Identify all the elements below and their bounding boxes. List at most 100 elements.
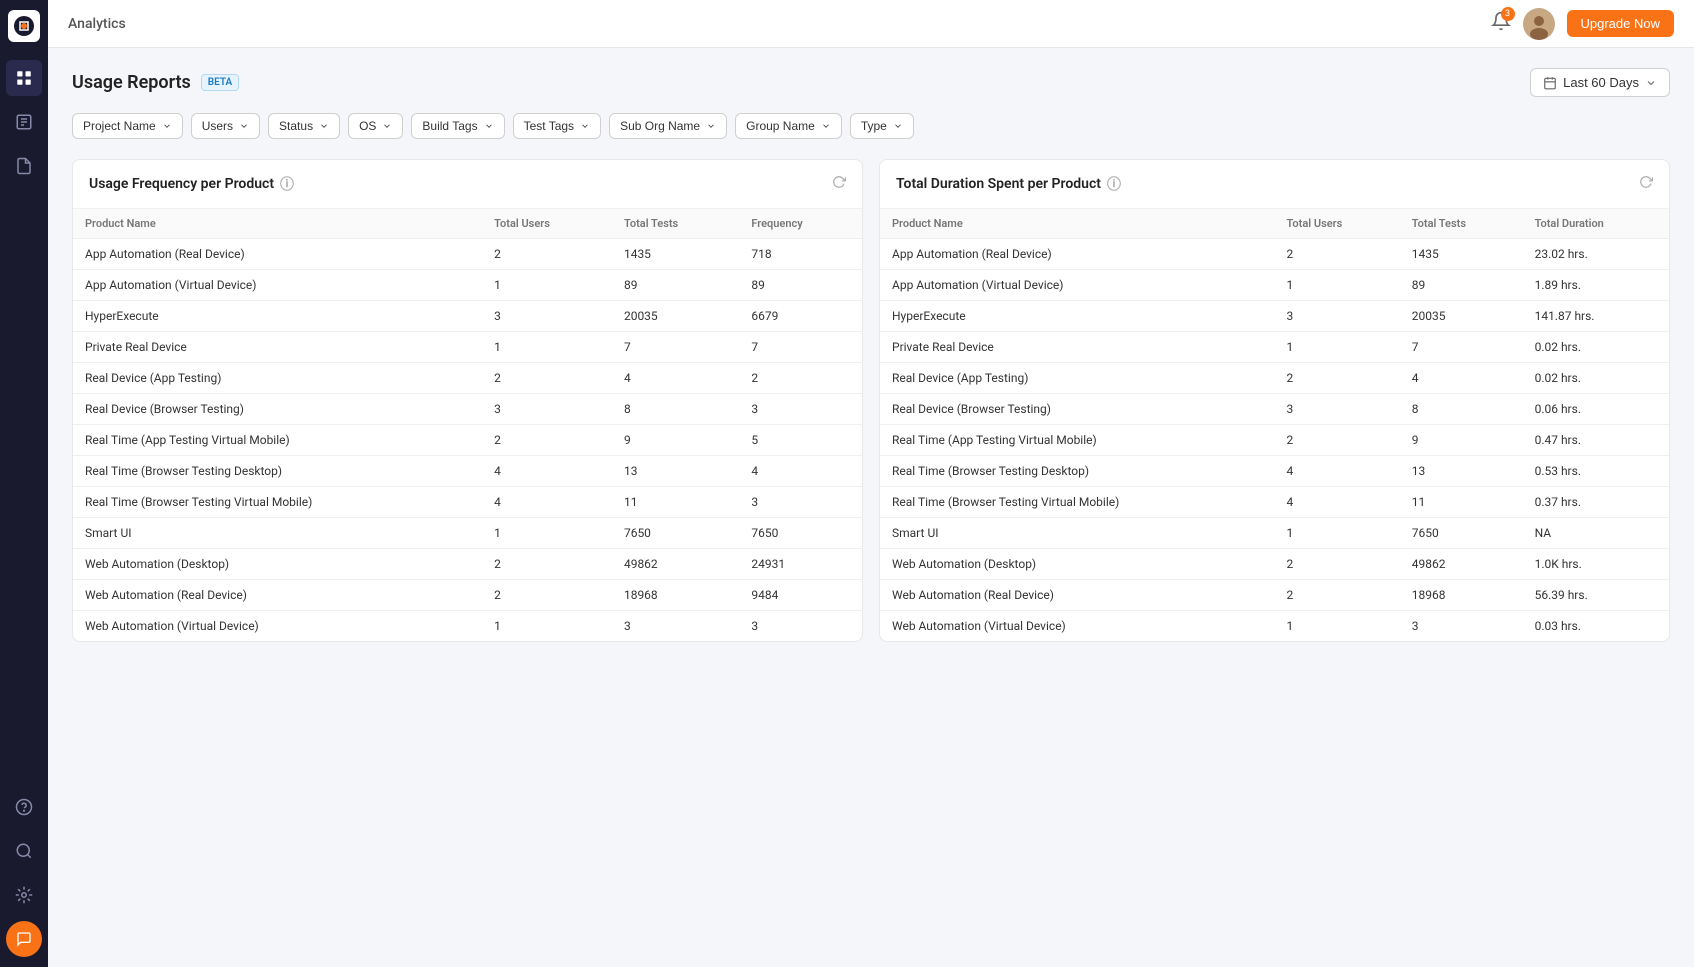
table-row: Web Automation (Desktop)24986224931: [73, 549, 862, 580]
table-cell: Real Time (Browser Testing Desktop): [73, 456, 482, 487]
integrations-icon[interactable]: [6, 877, 42, 913]
table-cell: 89: [1400, 270, 1523, 301]
table-row: Real Device (Browser Testing)383: [73, 394, 862, 425]
col-frequency: Frequency: [739, 209, 862, 239]
filter-test-tags-label: Test Tags: [524, 119, 574, 133]
table-cell: 3: [612, 611, 739, 642]
filter-sub-org-name-label: Sub Org Name: [620, 119, 700, 133]
table-cell: 7650: [739, 518, 862, 549]
usage-frequency-title: Usage Frequency per Product ⓘ: [89, 174, 294, 194]
filter-users[interactable]: Users: [191, 113, 260, 139]
search-icon[interactable]: [6, 833, 42, 869]
table-row: Real Time (Browser Testing Desktop)4134: [73, 456, 862, 487]
table-cell: 0.37 hrs.: [1523, 487, 1669, 518]
table-cell: 1435: [1400, 239, 1523, 270]
table-cell: 0.02 hrs.: [1523, 332, 1669, 363]
table-row: HyperExecute320035141.87 hrs.: [880, 301, 1669, 332]
table-cell: 0.06 hrs.: [1523, 394, 1669, 425]
filter-status[interactable]: Status: [268, 113, 340, 139]
table-cell: 89: [739, 270, 862, 301]
sidebar-item-reports[interactable]: [6, 104, 42, 140]
page-title-row: Usage Reports BETA: [72, 72, 239, 93]
table-cell: Web Automation (Virtual Device): [73, 611, 482, 642]
table-cell: Real Time (Browser Testing Virtual Mobil…: [73, 487, 482, 518]
usage-frequency-refresh-icon[interactable]: [832, 175, 846, 193]
sidebar-item-analytics[interactable]: [6, 60, 42, 96]
filter-build-tags[interactable]: Build Tags: [411, 113, 504, 139]
table-cell: 4: [612, 363, 739, 394]
table-cell: 718: [739, 239, 862, 270]
col-product-name-right: Product Name: [880, 209, 1275, 239]
table-cell: App Automation (Virtual Device): [73, 270, 482, 301]
app-logo[interactable]: [8, 10, 40, 42]
table-row: Private Real Device170.02 hrs.: [880, 332, 1669, 363]
support-button[interactable]: [6, 921, 42, 957]
total-duration-title: Total Duration Spent per Product ⓘ: [896, 174, 1121, 194]
table-cell: 89: [612, 270, 739, 301]
filter-test-tags[interactable]: Test Tags: [513, 113, 601, 139]
date-filter-button[interactable]: Last 60 Days: [1530, 68, 1670, 97]
table-row: App Automation (Real Device)2143523.02 h…: [880, 239, 1669, 270]
table-cell: 4: [1275, 487, 1400, 518]
table-cell: 7: [739, 332, 862, 363]
table-row: Real Time (App Testing Virtual Mobile)29…: [73, 425, 862, 456]
page-header: Usage Reports BETA Last 60 Days: [72, 68, 1670, 97]
table-cell: 0.53 hrs.: [1523, 456, 1669, 487]
filter-sub-org-name[interactable]: Sub Org Name: [609, 113, 727, 139]
table-cell: 11: [1400, 487, 1523, 518]
filter-group-name[interactable]: Group Name: [735, 113, 842, 139]
total-duration-refresh-icon[interactable]: [1639, 175, 1653, 193]
table-cell: 0.47 hrs.: [1523, 425, 1669, 456]
table-cell: 8: [1400, 394, 1523, 425]
table-cell: 3: [482, 301, 612, 332]
table-cell: 3: [739, 487, 862, 518]
filter-project-name[interactable]: Project Name: [72, 113, 183, 139]
usage-frequency-header: Usage Frequency per Product ⓘ: [73, 160, 862, 209]
table-cell: 4: [739, 456, 862, 487]
sidebar-item-docs[interactable]: [6, 148, 42, 184]
table-row: Real Time (Browser Testing Virtual Mobil…: [880, 487, 1669, 518]
total-duration-info-icon[interactable]: ⓘ: [1107, 174, 1121, 194]
table-cell: 3: [739, 611, 862, 642]
table-cell: 0.03 hrs.: [1523, 611, 1669, 642]
table-row: Web Automation (Virtual Device)133: [73, 611, 862, 642]
table-cell: Smart UI: [880, 518, 1275, 549]
table-cell: Real Time (App Testing Virtual Mobile): [73, 425, 482, 456]
table-cell: Real Device (Browser Testing): [880, 394, 1275, 425]
filter-status-label: Status: [279, 119, 313, 133]
user-avatar[interactable]: [1523, 8, 1555, 40]
table-row: App Automation (Real Device)21435718: [73, 239, 862, 270]
filter-row: Project Name Users Status OS Build Tags …: [72, 113, 1670, 139]
table-cell: 2: [482, 239, 612, 270]
table-row: App Automation (Virtual Device)18989: [73, 270, 862, 301]
table-cell: 2: [1275, 239, 1400, 270]
usage-frequency-info-icon[interactable]: ⓘ: [280, 174, 294, 194]
table-cell: 1: [1275, 611, 1400, 642]
table-cell: Web Automation (Real Device): [880, 580, 1275, 611]
col-total-users: Total Users: [482, 209, 612, 239]
table-row: Real Device (App Testing)242: [73, 363, 862, 394]
table-cell: Real Time (App Testing Virtual Mobile): [880, 425, 1275, 456]
table-cell: Web Automation (Virtual Device): [880, 611, 1275, 642]
sidebar: [0, 0, 48, 967]
table-cell: 3: [739, 394, 862, 425]
table-cell: 23.02 hrs.: [1523, 239, 1669, 270]
table-cell: 9484: [739, 580, 862, 611]
help-icon[interactable]: [6, 789, 42, 825]
table-cell: 7: [612, 332, 739, 363]
table-row: Real Device (App Testing)240.02 hrs.: [880, 363, 1669, 394]
filter-type-label: Type: [861, 119, 887, 133]
filter-os[interactable]: OS: [348, 113, 403, 139]
filter-type[interactable]: Type: [850, 113, 914, 139]
table-cell: 1.0K hrs.: [1523, 549, 1669, 580]
filter-group-name-label: Group Name: [746, 119, 815, 133]
usage-frequency-table: Product Name Total Users Total Tests Fre…: [73, 209, 862, 641]
table-cell: HyperExecute: [880, 301, 1275, 332]
notification-bell[interactable]: 3: [1491, 11, 1511, 36]
table-cell: NA: [1523, 518, 1669, 549]
upgrade-button[interactable]: Upgrade Now: [1567, 10, 1675, 37]
table-cell: 4: [482, 487, 612, 518]
table-cell: App Automation (Virtual Device): [880, 270, 1275, 301]
topbar-actions: 3 Upgrade Now: [1491, 8, 1675, 40]
col-total-tests: Total Tests: [612, 209, 739, 239]
